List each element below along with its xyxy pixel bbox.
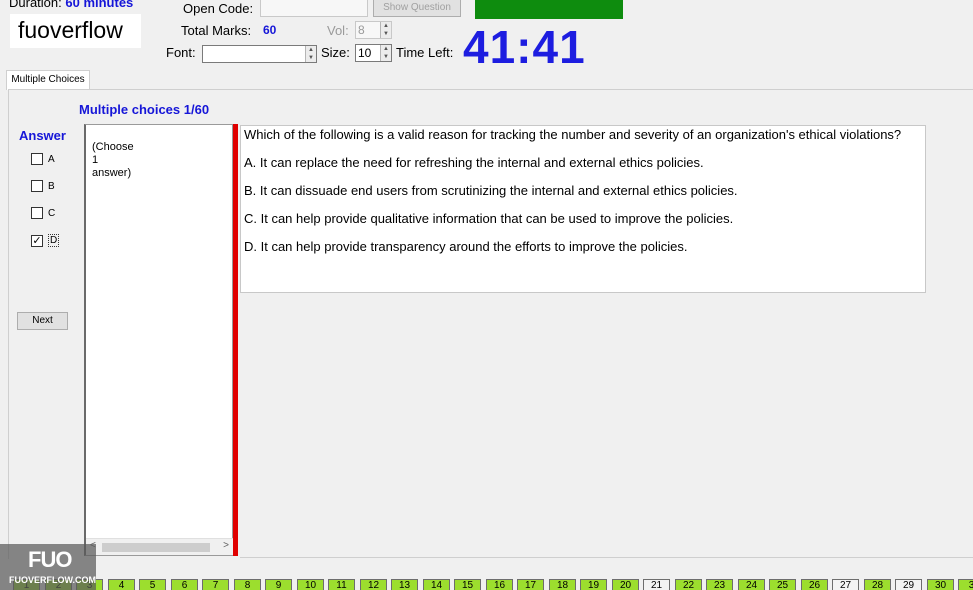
question-nav-button[interactable]: 8 (234, 579, 261, 590)
question-nav-button[interactable]: 26 (801, 579, 828, 590)
question-nav-button[interactable]: 15 (454, 579, 481, 590)
next-button[interactable]: Next (17, 312, 68, 330)
question-nav-button[interactable]: 24 (738, 579, 765, 590)
question-nav-button[interactable]: 6 (171, 579, 198, 590)
scrollbar-thumb[interactable] (102, 543, 210, 552)
option-a-label: A (48, 153, 55, 165)
checkmark-icon: ✓ (32, 234, 42, 247)
font-select[interactable]: ▲ ▼ (202, 45, 317, 63)
question-nav-button[interactable]: 28 (864, 579, 891, 590)
question-nav-button[interactable]: 25 (769, 579, 796, 590)
question-text: Which of the following is a valid reason… (244, 127, 902, 142)
font-label: Font: (166, 45, 196, 60)
scroll-right-icon[interactable]: > (223, 540, 229, 551)
question-nav-button[interactable]: 29 (895, 579, 922, 590)
option-a[interactable]: A (31, 153, 55, 165)
checkbox-d[interactable]: ✓ (31, 234, 43, 247)
splitter-bar[interactable] (233, 124, 238, 556)
question-nav-button[interactable]: 4 (108, 579, 135, 590)
watermark-logo: FUO (28, 547, 72, 572)
vol-spin-arrows-icon[interactable]: ▲ ▼ (380, 22, 391, 38)
time-left-label: Time Left: (396, 45, 454, 60)
option-c[interactable]: C (31, 207, 55, 219)
question-panel: Which of the following is a valid reason… (240, 125, 926, 293)
show-question-button[interactable]: Show Question (373, 0, 461, 17)
option-d[interactable]: ✓ D (31, 234, 60, 247)
total-marks-value: 60 (263, 23, 277, 37)
question-nav-button[interactable]: 3 (958, 579, 973, 590)
answer-option-c: C. It can help provide qualitative infor… (244, 211, 734, 226)
answer-option-b: B. It can dissuade end users from scruti… (244, 183, 738, 198)
countdown-timer: 41:41 (463, 21, 586, 73)
size-spin-arrows-icon[interactable]: ▲ ▼ (380, 45, 391, 61)
checkbox-a[interactable] (31, 153, 43, 165)
answer-option-d: D. It can help provide transparency arou… (244, 239, 688, 254)
size-stepper[interactable]: 10 ▲ ▼ (355, 44, 392, 62)
checkbox-b[interactable] (31, 180, 43, 192)
question-nav-button[interactable]: 27 (832, 579, 859, 590)
watermark-url: FUOVERFLOW.COM (9, 575, 96, 585)
question-nav-button[interactable]: 19 (580, 579, 607, 590)
question-nav-button[interactable]: 16 (486, 579, 513, 590)
tab-multiple-choices[interactable]: Multiple Choices (6, 70, 90, 90)
question-nav-button[interactable]: 20 (612, 579, 639, 590)
question-nav-button[interactable]: 5 (139, 579, 166, 590)
question-nav-button[interactable]: 7 (202, 579, 229, 590)
choose-line-2: 1 (92, 154, 99, 166)
choose-line-1: (Choose (92, 141, 134, 153)
vol-label: Vol: (327, 23, 349, 38)
vol-stepper[interactable]: 8 ▲ ▼ (355, 21, 392, 39)
size-label: Size: (321, 45, 350, 60)
font-spin-arrows-icon[interactable]: ▲ ▼ (305, 46, 316, 62)
duration-label: Duration: (9, 0, 62, 10)
option-b[interactable]: B (31, 180, 55, 192)
open-code-field[interactable] (260, 0, 368, 17)
question-nav-button[interactable]: 14 (423, 579, 450, 590)
question-nav-button[interactable]: 18 (549, 579, 576, 590)
option-c-label: C (48, 207, 56, 219)
status-indicator (475, 0, 623, 19)
answer-option-a: A. It can replace the need for refreshin… (244, 155, 704, 170)
option-b-label: B (48, 180, 55, 192)
vol-value: 8 (358, 23, 365, 37)
open-code-label: Open Code: (183, 1, 254, 16)
total-marks-label: Total Marks: (181, 23, 252, 38)
question-nav-button[interactable]: 11 (328, 579, 355, 590)
option-d-label: D (48, 234, 60, 247)
question-nav-button[interactable]: 23 (706, 579, 733, 590)
checkbox-c[interactable] (31, 207, 43, 219)
question-nav-button[interactable]: 30 (927, 579, 954, 590)
duration-value: 60 minutes (65, 0, 134, 10)
answer-title: Answer (19, 128, 66, 143)
question-nav-button[interactable]: 9 (265, 579, 292, 590)
question-nav-button[interactable]: 17 (517, 579, 544, 590)
question-counter: Multiple choices 1/60 (79, 102, 210, 117)
question-nav-button[interactable]: 12 (360, 579, 387, 590)
duration: Duration: 60 minutes (9, 0, 133, 10)
choose-line-3: answer) (92, 167, 132, 179)
divider (240, 557, 973, 558)
size-value: 10 (358, 46, 372, 60)
question-nav-button[interactable]: 22 (675, 579, 702, 590)
question-nav-button[interactable]: 10 (297, 579, 324, 590)
choose-panel: (Choose 1 answer) < > (84, 124, 233, 556)
horizontal-scrollbar[interactable]: < > (86, 538, 233, 555)
question-nav-button[interactable]: 13 (391, 579, 418, 590)
watermark: FUO FUOVERFLOW.COM (0, 544, 96, 590)
logo: fuoverflow (10, 14, 141, 48)
question-nav-button[interactable]: 21 (643, 579, 670, 590)
